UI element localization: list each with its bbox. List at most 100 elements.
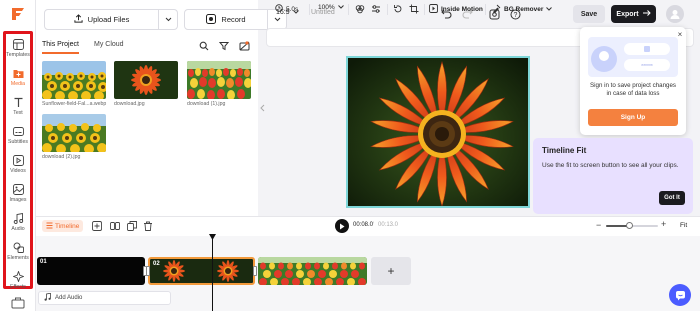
sidebar-item-effects[interactable]: Effects	[5, 268, 31, 296]
signin-illustration: ******	[588, 37, 678, 77]
timeline-clip-gazania[interactable]: 02	[148, 257, 255, 285]
effects-icon	[12, 270, 24, 282]
sidebar-item-images[interactable]: Images	[5, 181, 31, 209]
bg-remover-button[interactable]: BG Remover	[492, 4, 553, 15]
sidebar-item-audio[interactable]: Audio	[5, 210, 31, 238]
time-separator: /	[372, 222, 374, 228]
text-icon	[12, 96, 24, 108]
bg-remover-icon	[492, 4, 501, 15]
zoom-select[interactable]: 100%	[318, 4, 344, 11]
media-icon	[12, 67, 24, 79]
clip-trim-handle[interactable]	[146, 266, 150, 276]
arrow-right-icon	[642, 10, 651, 18]
upload-icon	[74, 14, 83, 25]
crop-icon[interactable]	[409, 4, 419, 14]
media-thumb-sunflower-2[interactable]	[42, 114, 106, 152]
record-dropdown-chevron-icon[interactable]	[268, 17, 286, 22]
sidebar-item-videos[interactable]: Videos	[5, 152, 31, 180]
toolbox-icon[interactable]	[11, 297, 25, 309]
signin-popup: ****** Sign in to save project changes i…	[580, 27, 686, 135]
media-thumb-caption: Sunflower-field-Fal...a.webp	[42, 101, 107, 107]
tab-my-cloud[interactable]: My Cloud	[94, 41, 124, 52]
sidebar-item-subtitles[interactable]: Subtitles	[5, 123, 31, 151]
zoom-slider-knob[interactable]	[625, 222, 633, 229]
add-track-icon[interactable]	[92, 221, 102, 231]
sidebar-item-media[interactable]: Media	[5, 65, 31, 93]
zoom-out-button[interactable]: −	[596, 220, 601, 230]
delete-icon[interactable]	[143, 221, 153, 231]
panel-collapse-handle[interactable]	[258, 100, 266, 116]
record-main[interactable]: Record	[185, 10, 268, 29]
user-avatar[interactable]	[666, 5, 684, 23]
sidebar-item-label: Videos	[10, 168, 26, 174]
svg-text:******: ******	[641, 64, 653, 70]
timeline-clip-black[interactable]: 01	[37, 257, 145, 285]
tab-this-project[interactable]: This Project	[42, 41, 79, 54]
playhead[interactable]	[212, 234, 213, 311]
sign-up-button[interactable]: Sign Up	[588, 109, 678, 126]
tooltip-body: Use the fit to screen button to see all …	[542, 162, 679, 169]
upload-dropdown-chevron-icon[interactable]	[159, 17, 177, 22]
fit-button[interactable]: Fit	[680, 222, 687, 229]
hide-used-icon[interactable]	[238, 40, 250, 52]
media-thumb-tulips[interactable]	[187, 61, 251, 99]
app-logo[interactable]	[9, 5, 27, 23]
timeline-tab-label: Timeline	[55, 222, 80, 230]
zoom-in-button[interactable]: +	[661, 219, 666, 229]
sidebar-item-text[interactable]: Text	[5, 94, 31, 122]
export-button[interactable]: Export	[611, 5, 656, 23]
motion-icon	[429, 4, 438, 15]
clip-number: 01	[40, 259, 47, 265]
timeline-zoom-slider[interactable]	[606, 222, 658, 229]
filter-icon[interactable]	[218, 40, 230, 52]
templates-icon	[12, 38, 24, 50]
record-label: Record	[221, 15, 246, 24]
sidebar-item-label: Audio	[11, 226, 25, 232]
split-icon[interactable]	[110, 221, 120, 231]
sidebar-item-elements[interactable]: Elements	[5, 239, 31, 267]
media-thumb-sunflower[interactable]	[42, 61, 106, 99]
add-audio-button[interactable]: Add Audio	[38, 291, 171, 305]
media-thumb-gazania[interactable]	[114, 61, 178, 99]
toolbar-divider	[348, 4, 349, 15]
sidebar-item-templates[interactable]: Templates	[5, 36, 31, 64]
sidebar-item-label: Elements	[7, 255, 29, 261]
got-it-button[interactable]: Got It	[659, 191, 685, 205]
duration-value: 5.0s	[286, 5, 299, 13]
signin-message: Sign in to save project changes in case …	[590, 82, 676, 98]
add-clip-button[interactable]: +	[371, 257, 411, 285]
duplicate-icon[interactable]	[127, 221, 137, 231]
close-icon[interactable]: ×	[676, 30, 684, 39]
clip-trim-handle[interactable]	[253, 266, 257, 276]
tooltip-title: Timeline Fit	[542, 146, 587, 155]
inside-motion-button[interactable]: Inside Motion	[429, 4, 483, 15]
media-thumb-caption: download (1).jpg	[187, 101, 226, 107]
upload-files-button[interactable]: Upload Files	[44, 9, 178, 30]
toolbar-divider	[485, 4, 486, 15]
clip-number: 02	[153, 261, 160, 267]
adjust-sliders-icon[interactable]	[371, 4, 381, 14]
export-label: Export	[616, 10, 639, 18]
play-button[interactable]	[335, 219, 349, 233]
clock-icon	[275, 4, 283, 14]
rotate-icon[interactable]	[393, 4, 403, 14]
sidebar-item-label: Templates	[6, 52, 30, 58]
sidebar-item-label: Text	[13, 110, 23, 116]
tab-timeline[interactable]: Timeline	[42, 220, 84, 232]
music-note-icon	[44, 292, 51, 303]
sidebar-item-label: Effects	[10, 284, 26, 290]
duration-control[interactable]: 5.0s	[275, 4, 298, 14]
preview-canvas[interactable]	[346, 56, 530, 208]
chat-support-icon[interactable]	[669, 284, 691, 306]
upload-files-main[interactable]: Upload Files	[45, 10, 159, 29]
videos-icon	[12, 154, 24, 166]
toolbar-divider	[309, 4, 310, 15]
color-adjust-icon[interactable]	[355, 4, 365, 14]
timeline-clip-tulips[interactable]	[258, 257, 367, 285]
save-button[interactable]: Save	[573, 5, 605, 23]
record-button[interactable]: Record	[184, 9, 287, 30]
search-icon[interactable]	[198, 40, 210, 52]
media-thumb-caption: download (2).jpg	[42, 154, 81, 160]
zoom-value: 100%	[318, 4, 335, 11]
subtitles-icon	[12, 125, 24, 137]
